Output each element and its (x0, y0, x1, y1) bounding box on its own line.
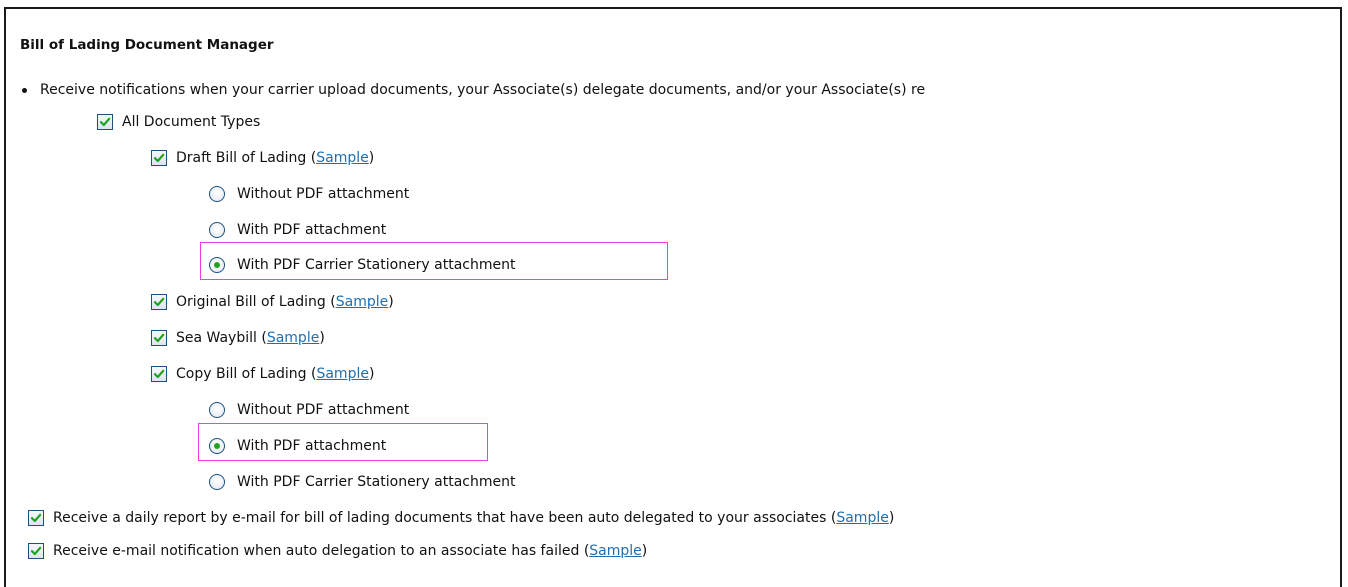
daily-report-row: Receive a daily report by e-mail for bil… (28, 508, 894, 528)
checkmark-icon (153, 297, 165, 307)
copy-option-with-pdf-stationery[interactable]: With PDF Carrier Stationery attachment (209, 472, 516, 492)
sea-waybill-row: Sea Waybill (Sample) (151, 328, 325, 348)
notification-bullet-row: Receive notifications when your carrier … (20, 80, 925, 100)
daily-report-sample-link[interactable]: Sample (836, 510, 889, 526)
draft-option-with-pdf[interactable]: With PDF attachment (209, 220, 386, 240)
copy-option-with-pdf[interactable]: With PDF attachment (209, 436, 386, 456)
sea-waybill-sample-link[interactable]: Sample (267, 330, 320, 346)
radio-unselected-icon[interactable] (209, 402, 225, 418)
radio-selected-icon[interactable] (209, 438, 225, 454)
checkmark-icon (153, 153, 165, 163)
draft-bl-sample-link[interactable]: Sample (316, 150, 369, 166)
draft-bl-checkbox[interactable] (151, 150, 167, 166)
all-document-types-checkbox[interactable] (97, 114, 113, 130)
checkmark-icon (153, 333, 165, 343)
radio-dot (214, 262, 220, 268)
all-document-types-row: All Document Types (97, 112, 260, 132)
section-title: Bill of Lading Document Manager (20, 37, 274, 53)
copy-bl-sample-link[interactable]: Sample (316, 366, 369, 382)
checkmark-icon (153, 369, 165, 379)
delegation-failed-row: Receive e-mail notification when auto de… (28, 541, 647, 561)
all-document-types-label: All Document Types (122, 114, 261, 130)
original-bl-row: Original Bill of Lading (Sample) (151, 292, 394, 312)
delegation-failed-label: Receive e-mail notification when auto de… (53, 543, 580, 559)
radio-unselected-icon[interactable] (209, 474, 225, 490)
original-bl-checkbox[interactable] (151, 294, 167, 310)
original-bl-label: Original Bill of Lading (176, 294, 326, 310)
copy-option-label: Without PDF attachment (237, 402, 410, 418)
copy-bl-row: Copy Bill of Lading (Sample) (151, 364, 374, 384)
copy-option-without-pdf[interactable]: Without PDF attachment (209, 400, 409, 420)
radio-dot (214, 443, 220, 449)
radio-selected-icon[interactable] (209, 257, 225, 273)
draft-option-label: With PDF Carrier Stationery attachment (237, 257, 516, 273)
checkmark-icon (99, 117, 111, 127)
copy-option-label: With PDF Carrier Stationery attachment (237, 474, 516, 490)
draft-option-label: With PDF attachment (237, 222, 387, 238)
daily-report-checkbox[interactable] (28, 510, 44, 526)
copy-bl-checkbox[interactable] (151, 366, 167, 382)
draft-option-without-pdf[interactable]: Without PDF attachment (209, 184, 409, 204)
daily-report-label: Receive a daily report by e-mail for bil… (53, 510, 827, 526)
radio-unselected-icon[interactable] (209, 186, 225, 202)
sea-waybill-checkbox[interactable] (151, 330, 167, 346)
sea-waybill-label: Sea Waybill (176, 330, 257, 346)
document-manager-panel: Bill of Lading Document Manager Receive … (4, 7, 1342, 587)
draft-bl-row: Draft Bill of Lading (Sample) (151, 148, 374, 168)
delegation-failed-checkbox[interactable] (28, 543, 44, 559)
original-bl-sample-link[interactable]: Sample (336, 294, 389, 310)
delegation-failed-sample-link[interactable]: Sample (589, 543, 642, 559)
copy-bl-label: Copy Bill of Lading (176, 366, 307, 382)
draft-bl-label: Draft Bill of Lading (176, 150, 307, 166)
bullet-icon (22, 87, 27, 93)
copy-option-label: With PDF attachment (237, 438, 387, 454)
draft-option-with-pdf-stationery[interactable]: With PDF Carrier Stationery attachment (209, 255, 516, 275)
checkmark-icon (30, 546, 42, 556)
notification-text: Receive notifications when your carrier … (40, 82, 926, 98)
radio-unselected-icon[interactable] (209, 222, 225, 238)
checkmark-icon (30, 513, 42, 523)
draft-option-label: Without PDF attachment (237, 186, 410, 202)
